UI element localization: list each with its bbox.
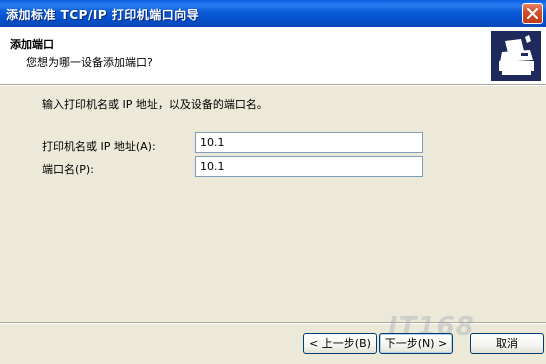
intro-text: 输入打印机名或 IP 地址，以及设备的端口名。	[42, 98, 268, 111]
printer-address-input[interactable]	[195, 132, 423, 153]
back-button[interactable]: < 上一步(B)	[303, 333, 377, 354]
header-divider	[0, 85, 546, 86]
wizard-header: 添加端口 您想为哪一设备添加端口?	[0, 27, 546, 85]
header-subtitle: 您想为哪一设备添加端口?	[26, 56, 153, 69]
title-bar[interactable]: 添加标准 TCP/IP 打印机端口向导	[0, 0, 546, 27]
footer-divider-highlight	[0, 323, 546, 324]
cancel-button[interactable]: 取消	[470, 333, 544, 354]
close-button[interactable]	[522, 3, 543, 24]
port-name-input[interactable]	[195, 156, 423, 177]
wizard-window: 添加标准 TCP/IP 打印机端口向导 添加端口 您想为哪一设备添加端口? 输入…	[0, 0, 546, 364]
close-icon	[527, 8, 538, 19]
printer-wizard-icon	[491, 31, 541, 81]
next-button[interactable]: 下一步(N) >	[379, 333, 453, 354]
printer-address-label: 打印机名或 IP 地址(A):	[42, 140, 156, 153]
header-title: 添加端口	[10, 38, 54, 51]
port-name-label: 端口名(P):	[42, 163, 94, 176]
window-title: 添加标准 TCP/IP 打印机端口向导	[6, 8, 200, 22]
